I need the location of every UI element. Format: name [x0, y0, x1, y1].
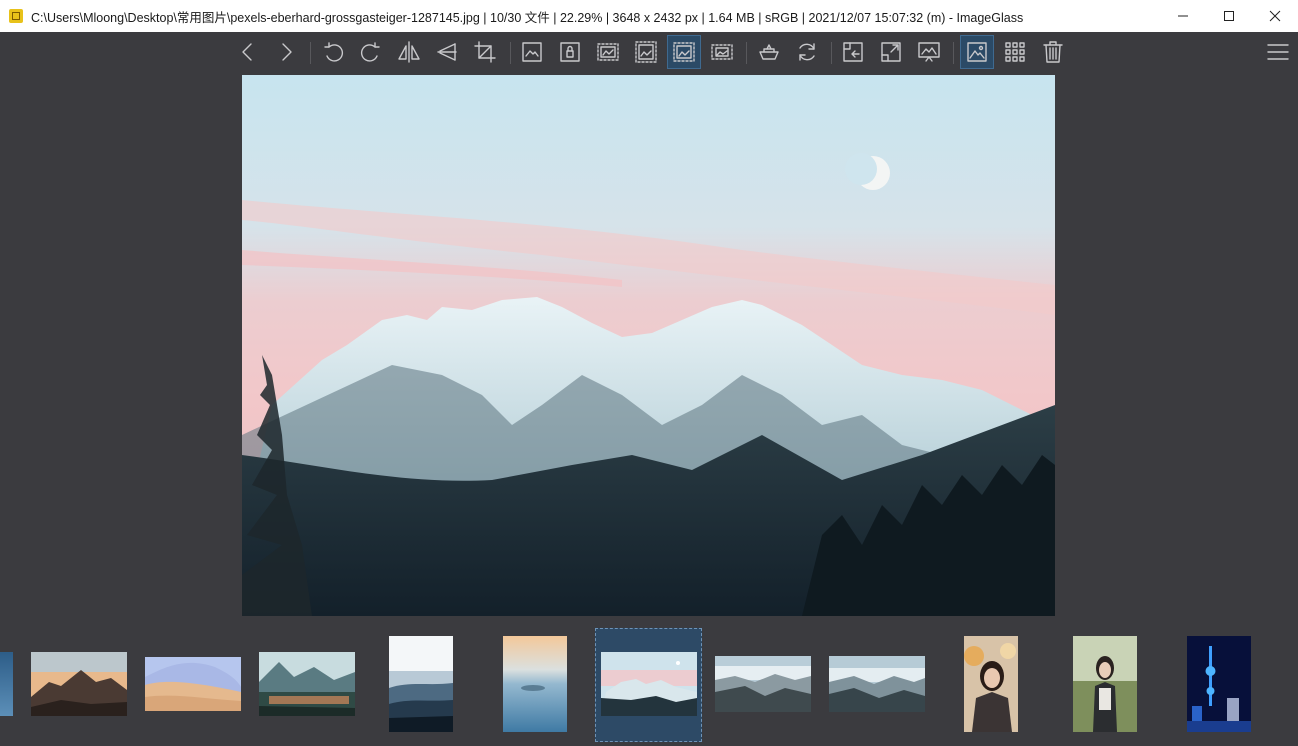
flip-horizontal-icon [398, 41, 420, 63]
thumbnail-item[interactable] [715, 656, 811, 712]
refresh-icon [799, 43, 815, 61]
auto-zoom-icon [673, 42, 695, 62]
thumbnail-image [503, 636, 567, 732]
thumbnail-item[interactable] [601, 652, 697, 716]
maximize-icon [1224, 11, 1234, 21]
thumbnail-item[interactable] [31, 652, 127, 716]
thumbnail-image [389, 636, 453, 732]
delete-icon [1043, 41, 1063, 63]
prev-icon [242, 43, 252, 61]
menu-icon [1267, 44, 1289, 60]
close-icon [1269, 10, 1281, 22]
thumbnail-image [601, 652, 697, 716]
next-image-button[interactable] [269, 35, 303, 69]
slideshow-icon [918, 42, 940, 62]
previous-image-button[interactable] [231, 35, 265, 69]
rotate-right-button[interactable] [354, 35, 388, 69]
auto-zoom-button[interactable] [667, 35, 701, 69]
lock-zoom-button[interactable] [553, 35, 587, 69]
toolbar-separator [831, 42, 832, 64]
minimize-icon [1178, 15, 1188, 17]
scale-to-fill-icon [711, 44, 733, 60]
actual-size-button[interactable] [515, 35, 549, 69]
checkerboard-icon [759, 44, 779, 60]
flip-vertical-icon [437, 43, 457, 61]
close-button[interactable] [1252, 0, 1298, 32]
image-viewer[interactable] [242, 75, 1055, 616]
thumbnail-item[interactable] [1073, 636, 1137, 732]
scale-to-width-icon [597, 43, 619, 61]
thumbnail-item[interactable] [259, 652, 355, 716]
scale-to-fill-button[interactable] [705, 35, 739, 69]
lock-zoom-icon [560, 42, 580, 62]
thumbnail-image [829, 656, 925, 712]
scale-to-height-button[interactable] [629, 35, 663, 69]
checkerboard-button[interactable] [752, 35, 786, 69]
gallery-icon [1005, 42, 1025, 62]
toolbar-separator [746, 42, 747, 64]
open-location-icon [843, 42, 863, 62]
crop-button[interactable] [468, 35, 502, 69]
scale-to-height-icon [635, 41, 657, 63]
thumbnail-item[interactable] [964, 636, 1018, 732]
thumbnail-item[interactable] [145, 657, 241, 711]
toolbar-separator [310, 42, 311, 64]
thumbnail-item[interactable] [829, 656, 925, 712]
thumbnail-bar-icon [967, 42, 987, 62]
slideshow-button[interactable] [912, 35, 946, 69]
fullscreen-icon [881, 42, 901, 62]
thumbnail-item[interactable] [0, 652, 13, 716]
title-bar: C:\Users\Mloong\Desktop\常用图片\pexels-eber… [0, 0, 1298, 32]
imageglass-app-icon [9, 9, 23, 23]
rotate-right-icon [360, 42, 380, 62]
minimize-button[interactable] [1160, 0, 1206, 32]
thumbnail-image [31, 652, 127, 716]
thumbnail-image [259, 652, 355, 716]
window-title: C:\Users\Mloong\Desktop\常用图片\pexels-eber… [31, 10, 1024, 25]
thumbnail-bar-button[interactable] [960, 35, 994, 69]
main-menu-button[interactable] [1261, 35, 1295, 69]
scale-to-width-button[interactable] [591, 35, 625, 69]
toolbar-separator [953, 42, 954, 64]
rotate-left-button[interactable] [316, 35, 350, 69]
thumbnail-image [145, 657, 241, 711]
toolbar [0, 32, 1298, 74]
toolbar-separator [510, 42, 511, 64]
thumbnail-image [1073, 636, 1137, 732]
main-image [242, 75, 1055, 616]
thumbnail-item[interactable] [389, 636, 453, 732]
actual-size-icon [522, 42, 542, 62]
thumbnail-image [964, 636, 1018, 732]
thumbnail-image [715, 656, 811, 712]
delete-button[interactable] [1036, 35, 1070, 69]
rotate-left-icon [324, 42, 344, 62]
flip-horizontal-button[interactable] [392, 35, 426, 69]
refresh-button[interactable] [790, 35, 824, 69]
open-file-location-button[interactable] [836, 35, 870, 69]
flip-vertical-button[interactable] [430, 35, 464, 69]
crop-icon [474, 41, 496, 63]
next-icon [282, 43, 292, 61]
maximize-button[interactable] [1206, 0, 1252, 32]
fullscreen-button[interactable] [874, 35, 908, 69]
thumbnail-item[interactable] [503, 636, 567, 732]
thumbnail-image [1187, 636, 1251, 732]
gallery-view-button[interactable] [998, 35, 1032, 69]
thumbnail-item[interactable] [1187, 636, 1251, 732]
